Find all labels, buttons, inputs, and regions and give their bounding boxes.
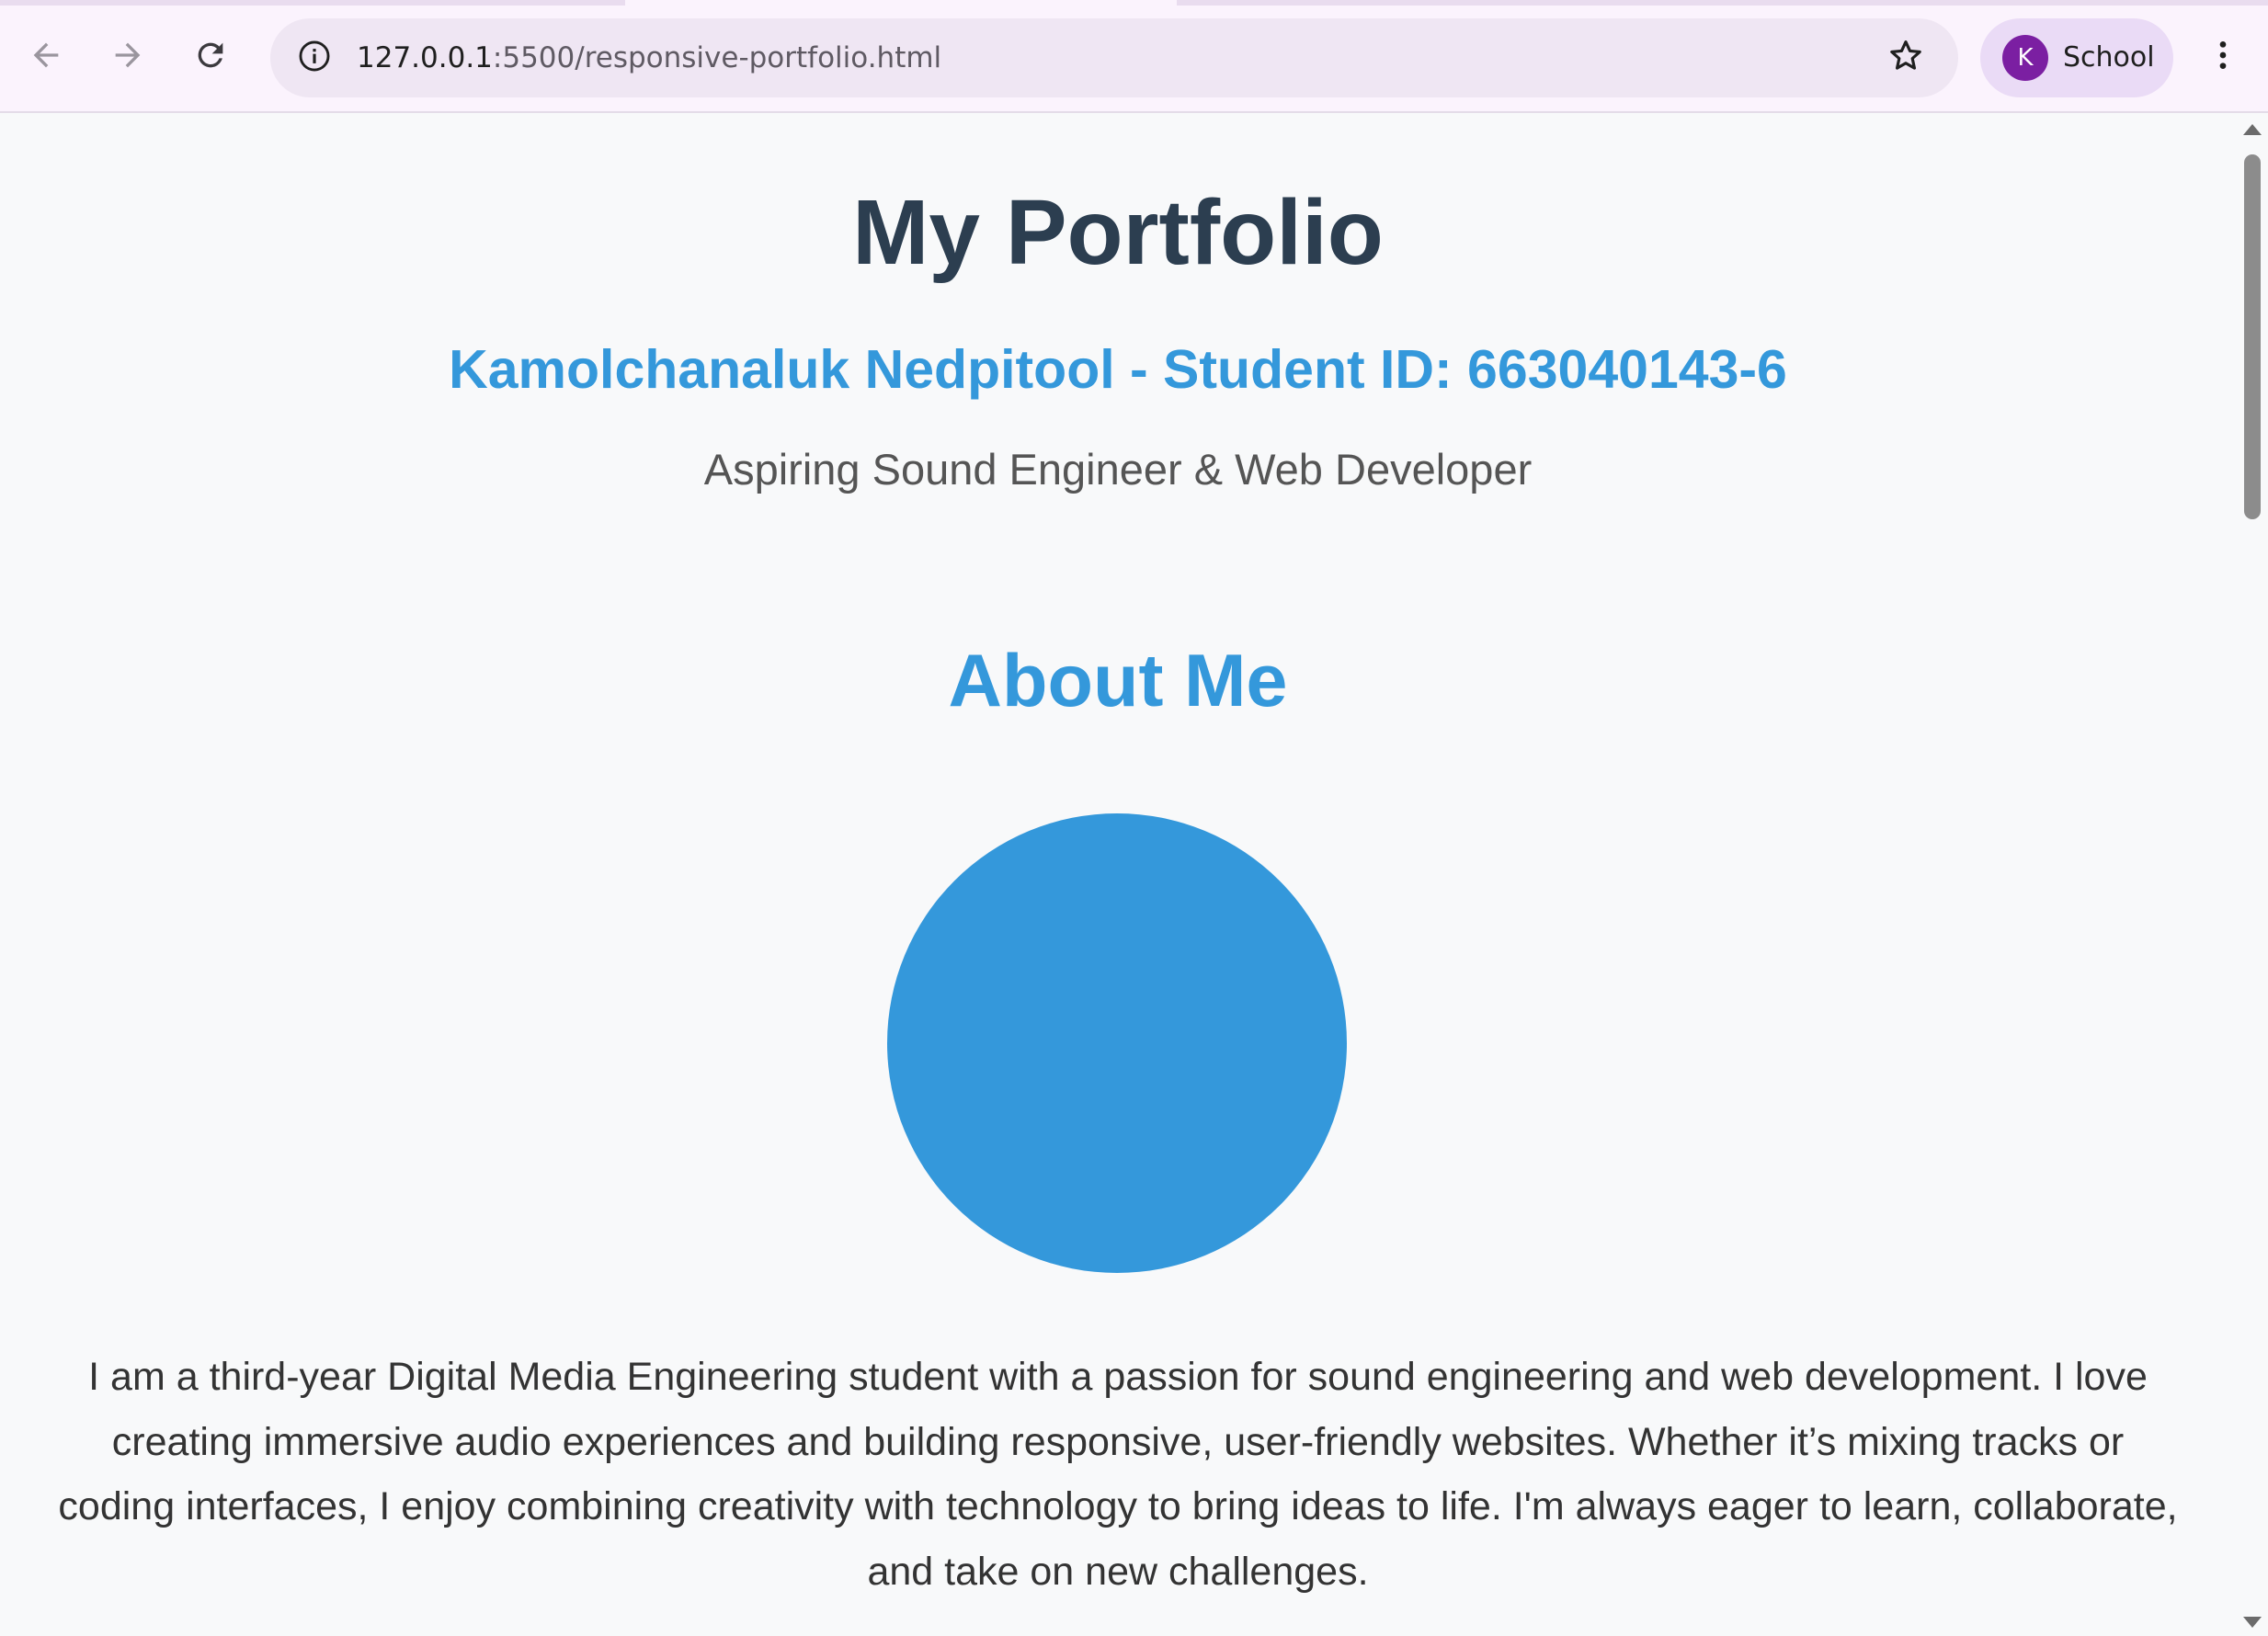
- bookmark-button[interactable]: [1885, 37, 1927, 79]
- about-heading: About Me: [948, 640, 1288, 722]
- forward-button[interactable]: [98, 28, 157, 86]
- student-name: Kamolchanaluk Nedpitool - Student ID: 66…: [449, 339, 1787, 400]
- scroll-down-arrow-icon[interactable]: [2243, 1617, 2262, 1628]
- url-path: :5500/responsive-portfolio.html: [492, 41, 942, 74]
- about-text: I am a third-year Digital Media Engineer…: [58, 1355, 2178, 1594]
- profile-photo: [887, 813, 1347, 1273]
- star-icon: [1886, 37, 1925, 80]
- profile-button[interactable]: K School: [1980, 18, 2173, 97]
- vertical-scrollbar[interactable]: [2236, 113, 2268, 1636]
- tagline: Aspiring Sound Engineer & Web Developer: [703, 445, 1533, 494]
- portfolio-page: My Portfolio Kamolchanaluk Nedpitool - S…: [0, 113, 2236, 1636]
- page-viewport: My Portfolio Kamolchanaluk Nedpitool - S…: [0, 113, 2268, 1636]
- reload-button[interactable]: [181, 28, 240, 86]
- address-bar[interactable]: 127.0.0.1:5500/responsive-portfolio.html: [270, 18, 1958, 97]
- kebab-menu-icon: [2205, 37, 2241, 78]
- page-title: My Portfolio: [852, 181, 1384, 284]
- forward-arrow-icon: [109, 37, 146, 78]
- back-button[interactable]: [17, 28, 75, 86]
- browser-menu-button[interactable]: [2197, 28, 2249, 86]
- reload-icon: [192, 37, 229, 78]
- scroll-up-arrow-icon[interactable]: [2243, 124, 2262, 135]
- avatar: K: [2002, 35, 2048, 81]
- info-icon: [297, 39, 332, 78]
- url-text[interactable]: 127.0.0.1:5500/responsive-portfolio.html: [357, 18, 941, 97]
- active-tab[interactable]: [625, 0, 1177, 6]
- scroll-thumb[interactable]: [2244, 154, 2261, 519]
- site-info-button[interactable]: [294, 38, 335, 78]
- url-host: 127.0.0.1: [357, 41, 493, 74]
- profile-name: School: [2063, 41, 2155, 74]
- back-arrow-icon: [28, 37, 64, 78]
- browser-toolbar: 127.0.0.1:5500/responsive-portfolio.html…: [0, 0, 2268, 113]
